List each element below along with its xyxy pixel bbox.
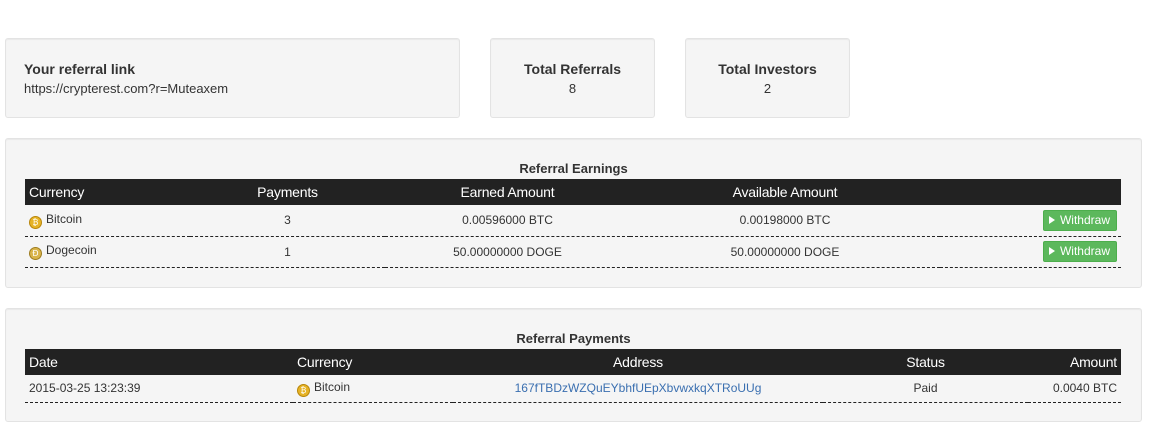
col-payments: Payments bbox=[257, 184, 318, 200]
total-referrals-value: 8 bbox=[568, 81, 577, 96]
referral-payments-panel: Referral Payments Date Currency Address … bbox=[5, 308, 1142, 422]
referral-link-title: Your referral link bbox=[24, 61, 136, 77]
dogecoin-icon: Ð bbox=[29, 247, 42, 260]
earned-cell: 50.00000000 DOGE bbox=[453, 244, 562, 259]
amount-cell: 0.0040 BTC bbox=[1052, 381, 1117, 396]
earned-cell: 0.00596000 BTC bbox=[462, 213, 553, 228]
currency-cell: ₿ Bitcoin bbox=[25, 205, 190, 236]
action-cell: Withdraw bbox=[940, 205, 1121, 236]
col-status: Status bbox=[906, 354, 945, 370]
table-row: 2015-03-25 13:23:39 ₿ Bitcoin 167fTBDzWZQ… bbox=[25, 375, 1121, 402]
table-header-row: Currency Payments Earned Amount Availabl… bbox=[25, 179, 1121, 205]
play-icon bbox=[1048, 247, 1055, 255]
status-cell: Paid bbox=[913, 381, 938, 396]
withdraw-button[interactable]: Withdraw bbox=[1042, 241, 1117, 262]
col-earned-amount: Earned Amount bbox=[460, 184, 555, 200]
referral-link-value[interactable]: https://crypterest.com?r=Muteaxem bbox=[24, 80, 441, 98]
bitcoin-icon: ₿ bbox=[297, 383, 310, 397]
total-investors-value: 2 bbox=[763, 81, 772, 96]
referral-earnings-panel: Referral Earnings Currency Payments Earn… bbox=[5, 138, 1142, 288]
action-cell: Withdraw bbox=[940, 236, 1121, 267]
col-date: Date bbox=[29, 354, 58, 370]
address-link[interactable]: 167fTBDzWZQuEYbhfUEpXbvwxkqXTRoUUg bbox=[515, 381, 762, 395]
withdraw-button[interactable]: Withdraw bbox=[1042, 209, 1117, 231]
total-referrals-card: Total Referrals 8 bbox=[490, 38, 655, 118]
col-currency: Currency bbox=[297, 354, 353, 370]
play-icon bbox=[1048, 215, 1055, 224]
total-referrals-title: Total Referrals bbox=[524, 61, 621, 77]
total-investors-title: Total Investors bbox=[718, 61, 817, 77]
available-cell: 0.00198000 BTC bbox=[739, 213, 831, 228]
address-cell: 167fTBDzWZQuEYbhfUEpXbvwxkqXTRoUUg bbox=[453, 375, 823, 402]
payments-cell: 1 bbox=[284, 244, 291, 259]
col-available-amount: Available Amount bbox=[732, 184, 838, 200]
table-header-row: Date Currency Address Status Amount bbox=[25, 349, 1121, 375]
col-amount: Amount bbox=[1069, 354, 1117, 370]
date-cell: 2015-03-25 13:23:39 bbox=[29, 381, 141, 396]
payments-cell: 3 bbox=[284, 213, 291, 228]
referral-link-card: Your referral link https://crypterest.co… bbox=[5, 38, 460, 118]
bitcoin-icon: ₿ bbox=[29, 215, 42, 229]
referral-payments-table: Date Currency Address Status Amount 2015… bbox=[25, 349, 1121, 403]
col-currency: Currency bbox=[29, 184, 85, 200]
referral-earnings-title: Referral Earnings bbox=[519, 161, 628, 176]
referral-payments-title: Referral Payments bbox=[516, 331, 631, 346]
table-row: Ð Dogecoin 1 50.00000000 DOGE 50.00000000… bbox=[25, 236, 1121, 267]
col-address: Address bbox=[613, 354, 663, 370]
available-cell: 50.00000000 DOGE bbox=[730, 244, 840, 259]
table-row: ₿ Bitcoin 3 0.00596000 BTC 0.00198000 BTC… bbox=[25, 205, 1121, 236]
currency-cell: Ð Dogecoin bbox=[25, 236, 190, 267]
currency-cell: ₿ Bitcoin bbox=[293, 375, 453, 402]
col-action bbox=[940, 179, 1121, 205]
total-investors-card: Total Investors 2 bbox=[685, 38, 850, 118]
referral-earnings-table: Currency Payments Earned Amount Availabl… bbox=[25, 179, 1121, 268]
